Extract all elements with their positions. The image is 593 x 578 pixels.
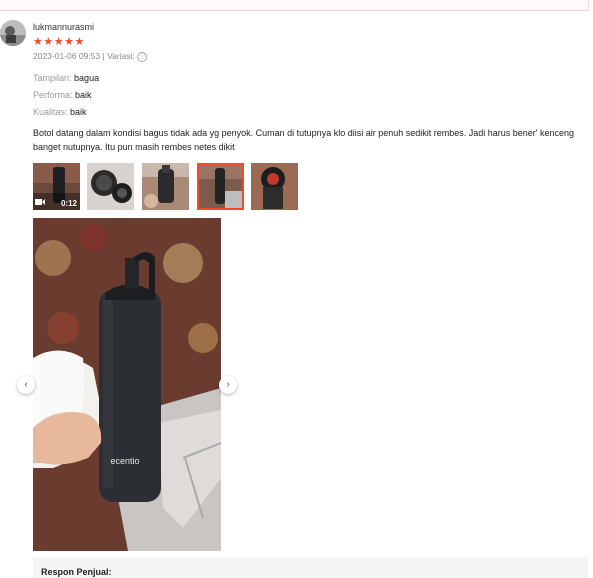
previous-review-bottom-border — [0, 0, 589, 11]
image-thumbnail-4-selected[interactable] — [197, 163, 244, 210]
rating-stars: ★★★★★ — [33, 36, 85, 48]
attribute-performance: Performa: baik — [33, 90, 92, 100]
review-datetime: 2023-01-06 09:53 — [33, 51, 101, 61]
video-duration: 0:12 — [60, 199, 77, 208]
seller-reply-title: Respon Penjual: — [41, 567, 112, 577]
camera-icon — [35, 198, 45, 208]
attribute-quality: Kualitas: baik — [33, 107, 87, 117]
review-comment: Botol datang dalam kondisi bagus tidak a… — [33, 128, 575, 152]
gallery-next-button[interactable]: › — [219, 376, 237, 394]
attribute-appearance: Tampilan: bagua — [33, 73, 100, 83]
image-thumbnail-2[interactable] — [87, 163, 134, 210]
main-review-image[interactable]: ecentio — [33, 218, 221, 551]
video-thumbnail[interactable]: 0:12 — [33, 163, 80, 210]
reviewer-username[interactable]: lukmannurasmi — [33, 22, 94, 32]
bottle-brand-label: ecentio — [110, 456, 139, 466]
seller-reply-box: Respon Penjual: — [33, 557, 588, 578]
review-meta: 2023-01-06 09:53 | Variasi: ⓘ — [33, 51, 148, 62]
image-thumbnail-3[interactable] — [142, 163, 189, 210]
image-thumbnail-5[interactable] — [251, 163, 298, 210]
variant-label: Variasi: — [107, 51, 135, 61]
info-icon[interactable]: ⓘ — [137, 51, 148, 62]
gallery-prev-button[interactable]: ‹ — [17, 376, 35, 394]
avatar[interactable] — [0, 20, 26, 46]
